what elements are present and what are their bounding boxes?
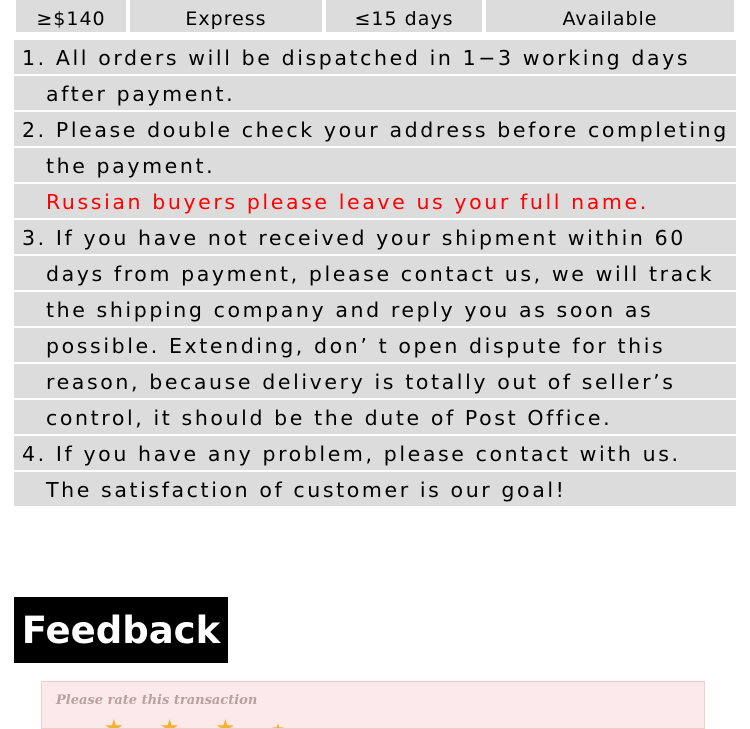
table-cell-duration: ≤15 days [324, 0, 484, 34]
table-cell-price-label: ≥$140 [36, 8, 106, 30]
term-line: 1. All orders will be dispatched in 1−3 … [14, 40, 736, 76]
term-line: days from payment, please contact us, we… [14, 256, 736, 292]
table-cell-price: ≥$140 [14, 0, 128, 34]
table-cell-availability-label: Available [562, 8, 658, 30]
term-line: possible. Extending, don’ t open dispute… [14, 328, 736, 364]
feedback-heading-label: Feedback [21, 608, 221, 652]
term-line: control, it should be the dute of Post O… [14, 400, 736, 436]
term-line: The satisfaction of customer is our goal… [14, 472, 736, 508]
term-line: the shipping company and reply you as so… [14, 292, 736, 328]
rating-panel: Please rate this transaction ★ ★ ★ ★ [41, 681, 705, 729]
star-rating[interactable]: ★ ★ ★ ★ [104, 718, 285, 729]
term-line: 3. If you have not received your shipmen… [14, 220, 736, 256]
term-line-highlight: Russian buyers please leave us your full… [14, 184, 736, 220]
term-line: the payment. [14, 148, 736, 184]
term-line: 2. Please double check your address befo… [14, 112, 736, 148]
star-icon[interactable]: ★ [160, 718, 180, 729]
table-cell-method: Express [128, 0, 324, 34]
table-cell-availability: Available [484, 0, 736, 34]
term-line: reason, because delivery is totally out … [14, 364, 736, 400]
star-icon[interactable]: ★ [271, 718, 284, 728]
rating-panel-title: Please rate this transaction [56, 693, 258, 708]
table-cell-method-label: Express [185, 8, 267, 30]
term-line: 4. If you have any problem, please conta… [14, 436, 736, 472]
feedback-heading: Feedback [14, 597, 228, 663]
shipping-options-table: ≥$140 Express ≤15 days Available [14, 0, 736, 34]
star-icon[interactable]: ★ [215, 718, 235, 729]
term-line: after payment. [14, 76, 736, 112]
shipping-terms-list: 1. All orders will be dispatched in 1−3 … [14, 40, 736, 508]
table-cell-duration-label: ≤15 days [354, 8, 454, 30]
star-icon[interactable]: ★ [104, 718, 124, 729]
